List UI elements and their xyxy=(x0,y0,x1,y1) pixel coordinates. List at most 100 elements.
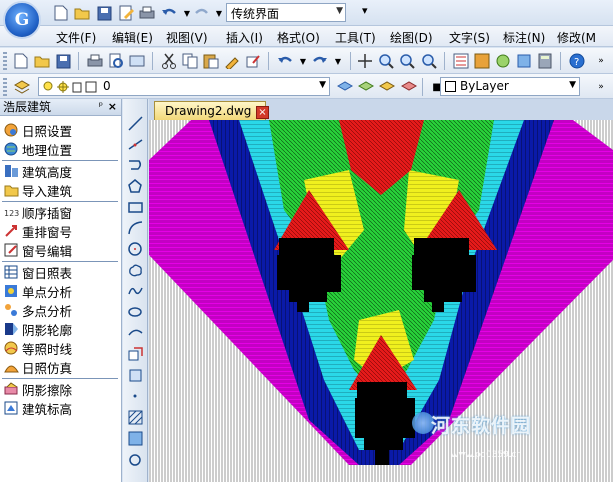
watermark-text: 河东软件园 xyxy=(431,415,532,437)
panel-item-isoline[interactable]: 等照时线 xyxy=(4,339,118,357)
undo-icon[interactable] xyxy=(276,52,294,70)
customize-quick-access-icon[interactable]: ▾ xyxy=(362,4,368,17)
panel-item-label: 单点分析 xyxy=(22,284,73,300)
menu-modify[interactable]: 修改(M xyxy=(557,29,596,46)
copy-icon[interactable] xyxy=(181,52,199,70)
layer-previous-icon[interactable] xyxy=(357,78,375,96)
block-editor-icon[interactable] xyxy=(244,52,262,70)
make-layer-current-icon[interactable] xyxy=(336,78,354,96)
construction-line-icon[interactable] xyxy=(127,136,144,153)
point-icon[interactable] xyxy=(127,388,144,405)
panel-item-building-height[interactable]: 建筑高度 xyxy=(4,162,118,180)
pan-icon[interactable] xyxy=(356,52,374,70)
panel-item-shadow-erase[interactable]: 阴影擦除 xyxy=(4,380,118,398)
save-icon[interactable] xyxy=(95,4,113,22)
menu-view[interactable]: 视图(V) xyxy=(166,29,208,46)
hatch-icon[interactable] xyxy=(127,409,144,426)
arc-icon[interactable] xyxy=(127,220,144,237)
menu-tools[interactable]: 工具(T) xyxy=(335,29,376,46)
redo-icon[interactable] xyxy=(193,4,211,22)
panel-item-label: 日照设置 xyxy=(22,123,73,139)
panel-item-sun-settings[interactable]: 日照设置 xyxy=(4,121,118,139)
panel-item-multi-point[interactable]: 多点分析 xyxy=(4,301,118,319)
save-icon[interactable] xyxy=(54,52,72,70)
panel-item-window-table[interactable]: 窗日照表 xyxy=(4,263,118,281)
redo-dropdown-icon[interactable]: ▼ xyxy=(329,52,347,70)
cut-icon[interactable] xyxy=(160,52,178,70)
toolbar-overflow-icon[interactable]: » xyxy=(592,52,610,70)
panel-item-elevation[interactable]: 建筑标高 xyxy=(4,399,118,417)
new-file-icon[interactable] xyxy=(52,4,70,22)
toolbar-grip[interactable] xyxy=(3,78,7,96)
open-folder-icon[interactable] xyxy=(73,4,91,22)
ellipse-icon[interactable] xyxy=(127,304,144,321)
color-select[interactable]: ByLayer ▼ xyxy=(440,77,580,96)
design-center-icon[interactable] xyxy=(473,52,491,70)
layer-select[interactable]: 0 ▼ xyxy=(38,77,330,96)
document-tab[interactable]: Drawing2.dwg × xyxy=(154,101,269,120)
redo-icon[interactable] xyxy=(311,52,329,70)
insert-block-icon[interactable] xyxy=(127,346,144,363)
menu-format[interactable]: 格式(O) xyxy=(277,29,320,46)
gradient-icon[interactable] xyxy=(127,430,144,447)
menu-file[interactable]: 文件(F) xyxy=(56,29,96,46)
calculator-icon[interactable] xyxy=(536,52,554,70)
menu-edit[interactable]: 编辑(E) xyxy=(112,29,153,46)
match-properties-icon[interactable] xyxy=(223,52,241,70)
print-icon[interactable] xyxy=(86,52,104,70)
make-block-icon[interactable] xyxy=(127,367,144,384)
layer-isolate-icon[interactable] xyxy=(400,78,418,96)
rectangle-icon[interactable] xyxy=(127,199,144,216)
properties-icon[interactable] xyxy=(452,52,470,70)
tool-palettes-icon[interactable] xyxy=(494,52,512,70)
layer-state-icon[interactable] xyxy=(378,78,396,96)
panel-item-location[interactable]: 地理位置 xyxy=(4,140,118,158)
panel-close-icon[interactable]: × xyxy=(108,99,117,115)
menu-dimension[interactable]: 标注(N) xyxy=(503,29,545,46)
app-logo[interactable]: G xyxy=(3,1,41,39)
publish-icon[interactable] xyxy=(128,52,146,70)
layer-manager-icon[interactable] xyxy=(13,78,31,96)
workspace-select[interactable]: 传统界面 ▼ xyxy=(226,3,346,22)
help-icon[interactable]: ? xyxy=(568,52,586,70)
print-preview-icon[interactable] xyxy=(107,52,125,70)
edit-doc-icon[interactable] xyxy=(117,4,135,22)
zoom-window-icon[interactable] xyxy=(398,52,416,70)
panel-item-edit-window[interactable]: 窗号编辑 xyxy=(4,241,118,259)
panel-item-import-building[interactable]: 导入建筑 xyxy=(4,181,118,199)
open-folder-icon[interactable] xyxy=(33,52,51,70)
circle-icon[interactable] xyxy=(127,241,144,258)
undo-icon[interactable] xyxy=(160,4,178,22)
title-bar: G ▼ ▼ 传统界面 ▼ ▾ xyxy=(0,0,613,39)
revision-cloud-icon[interactable] xyxy=(127,262,144,279)
panel-item-shadow-outline[interactable]: 阴影轮廓 xyxy=(4,320,118,338)
polygon-icon[interactable] xyxy=(127,178,144,195)
panel-item-sequence-window[interactable]: 123 顺序插窗 xyxy=(4,203,118,221)
zoom-realtime-icon[interactable] xyxy=(377,52,395,70)
new-file-icon[interactable] xyxy=(12,52,30,70)
print-icon[interactable] xyxy=(138,4,156,22)
menu-draw[interactable]: 绘图(D) xyxy=(390,29,433,46)
sheet-set-icon[interactable] xyxy=(515,52,533,70)
drawing-canvas[interactable]: 河东软件园 www.pc0359.cn xyxy=(149,120,613,482)
spline-icon[interactable] xyxy=(127,283,144,300)
pin-icon[interactable]: ᵖ xyxy=(99,99,103,115)
window-table-icon xyxy=(4,265,18,279)
menu-insert[interactable]: 插入(I) xyxy=(226,29,263,46)
document-close-icon[interactable]: × xyxy=(256,106,269,119)
toolbar-grip[interactable] xyxy=(3,52,7,70)
region-icon[interactable] xyxy=(127,451,144,468)
undo-dropdown-icon[interactable]: ▼ xyxy=(294,52,312,70)
panel-item-label: 建筑标高 xyxy=(22,401,73,417)
zoom-previous-icon[interactable] xyxy=(420,52,438,70)
menu-text[interactable]: 文字(S) xyxy=(449,29,490,46)
panel-item-single-point[interactable]: 单点分析 xyxy=(4,282,118,300)
polyline-icon[interactable] xyxy=(127,157,144,174)
toolbar-overflow-icon[interactable]: » xyxy=(592,78,610,96)
color-swatch xyxy=(445,81,456,92)
line-icon[interactable] xyxy=(127,115,144,132)
panel-item-simulation[interactable]: 日照仿真 xyxy=(4,358,118,376)
paste-icon[interactable] xyxy=(202,52,220,70)
panel-item-reorder-window[interactable]: 重排窗号 xyxy=(4,222,118,240)
ellipse-arc-icon[interactable] xyxy=(127,325,144,342)
